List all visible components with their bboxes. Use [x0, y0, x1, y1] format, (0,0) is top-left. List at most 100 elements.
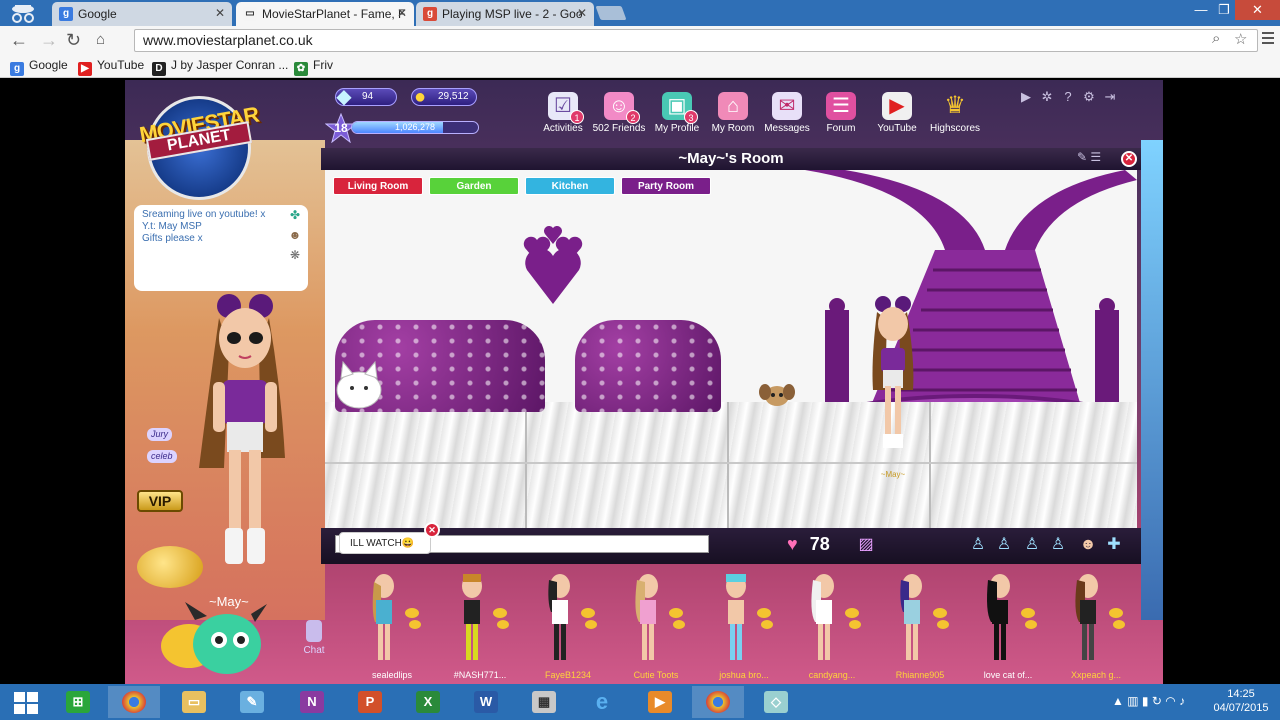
room-avatar-may[interactable]: [865, 290, 919, 470]
player-avatar[interactable]: [189, 288, 299, 580]
room-view[interactable]: Living Room Garden Kitchen Party Room ~M…: [325, 170, 1137, 528]
nav-youtube[interactable]: ▶ YouTube: [869, 90, 925, 134]
taskbar-word[interactable]: W: [460, 686, 512, 718]
emote-icon[interactable]: ☻: [1077, 534, 1099, 556]
menu-icon[interactable]: [1262, 32, 1274, 47]
logout-icon[interactable]: ⇥: [1101, 88, 1119, 106]
taskbar-calculator[interactable]: ▦: [518, 686, 570, 718]
gift-icon[interactable]: [493, 608, 507, 618]
nav-forum[interactable]: ☰ Forum: [813, 90, 869, 134]
pet-icon[interactable]: ❋: [288, 249, 302, 265]
wifi-icon[interactable]: ◠: [1165, 694, 1175, 708]
taskbar-chrome[interactable]: [108, 686, 160, 718]
friend-avatar[interactable]: candyang...: [787, 568, 877, 684]
nav-my-profile[interactable]: ▣ 3 My Profile: [649, 90, 705, 134]
friend-avatar[interactable]: sealedlips: [347, 568, 437, 684]
nav-activities[interactable]: ☑ 1 Activities: [535, 90, 591, 134]
help-icon[interactable]: ?: [1059, 88, 1077, 106]
gift-icon[interactable]: [669, 608, 683, 618]
taskbar-chrome-2[interactable]: [692, 686, 744, 718]
room-close-button[interactable]: ✕: [1121, 151, 1137, 167]
heart-icon[interactable]: ♥: [787, 534, 798, 554]
friend-avatar[interactable]: love cat of...: [963, 568, 1053, 684]
gift-icon[interactable]: [849, 620, 861, 629]
start-button[interactable]: [0, 686, 52, 718]
reload-icon[interactable]: ↻: [66, 30, 81, 50]
face-icon[interactable]: ☻: [288, 229, 302, 245]
gift-icon[interactable]: [757, 608, 771, 618]
friend-avatar[interactable]: Xxpeach g...: [1051, 568, 1141, 684]
pose-stand-icon[interactable]: ♙: [967, 534, 989, 556]
friend-avatar[interactable]: FayeB1234: [523, 568, 613, 684]
gift-icon[interactable]: [1113, 620, 1125, 629]
pose-jump-icon[interactable]: ♙: [1047, 534, 1069, 556]
pose-dance-icon[interactable]: ♙: [1021, 534, 1043, 556]
nav-messages[interactable]: ✉ Messages: [759, 90, 815, 134]
bookmark-google[interactable]: g Google: [10, 58, 68, 76]
taskbar-internet-explorer[interactable]: e: [576, 686, 628, 718]
gift-icon[interactable]: [409, 620, 421, 629]
cat-plush-decoration[interactable]: [333, 360, 385, 410]
edit-icon[interactable]: ✎: [1077, 150, 1087, 164]
bookmark-youtube[interactable]: ▶ YouTube: [78, 58, 144, 76]
nav-highscores[interactable]: ♛ Highscores: [927, 90, 983, 134]
settings-icon[interactable]: ✲: [1038, 88, 1056, 106]
boonie-pet-icon[interactable]: [155, 600, 271, 680]
gift-icon[interactable]: [405, 608, 419, 618]
taskbar-media[interactable]: ▶: [634, 686, 686, 718]
gift-icon[interactable]: [1021, 608, 1035, 618]
gift-icon[interactable]: [845, 608, 859, 618]
piggy-bank-icon[interactable]: [137, 546, 203, 588]
gear-icon[interactable]: ⚙: [1080, 88, 1098, 106]
gift-icon[interactable]: [497, 620, 509, 629]
friend-avatar[interactable]: joshua bro...: [699, 568, 789, 684]
diamonds-counter[interactable]: ◆ 94: [335, 86, 397, 108]
celeb-badge[interactable]: celeb: [147, 450, 177, 463]
taskbar-excel[interactable]: X: [402, 686, 454, 718]
tab-garden[interactable]: Garden: [429, 177, 519, 195]
tab-moviestarplanet[interactable]: ▭ MovieStarPlanet - Fame, F ✕: [236, 2, 414, 26]
close-icon[interactable]: ✕: [397, 6, 407, 20]
gift-icon[interactable]: [1109, 608, 1123, 618]
gift-icon[interactable]: [673, 620, 685, 629]
jury-badge[interactable]: Jury: [147, 428, 173, 441]
cursor-icon[interactable]: ▶: [1017, 88, 1035, 106]
puppy-pet[interactable]: [759, 380, 795, 410]
sofa-small[interactable]: [575, 320, 721, 412]
friend-avatar[interactable]: Cutie Toots: [611, 568, 701, 684]
update-icon[interactable]: ↻: [1152, 694, 1162, 708]
taskbar-explorer[interactable]: ▭: [168, 686, 220, 718]
taskbar-onenote[interactable]: N: [286, 686, 338, 718]
forward-icon[interactable]: →: [40, 30, 58, 50]
close-icon[interactable]: ✕: [215, 6, 225, 20]
moviestarplanet-logo[interactable]: MOVIESTAR PLANET: [127, 90, 271, 200]
window-close-button[interactable]: ✕: [1235, 0, 1280, 20]
tab-living-room[interactable]: Living Room: [333, 177, 423, 195]
gift-icon[interactable]: [581, 608, 595, 618]
nav-my-room[interactable]: ⌂ My Room: [705, 90, 761, 134]
people-icon[interactable]: ☰: [1090, 150, 1101, 164]
vip-badge[interactable]: VIP: [137, 490, 183, 512]
restore-button[interactable]: ❐: [1213, 0, 1235, 20]
pose-wave-icon[interactable]: ♙: [993, 534, 1015, 556]
new-tab-button[interactable]: [595, 6, 627, 20]
chat-button[interactable]: Chat: [295, 620, 333, 656]
taskbar-app[interactable]: ◇: [750, 686, 802, 718]
gamepad-icon[interactable]: ✚: [1103, 534, 1125, 556]
volume-icon[interactable]: ♪: [1179, 694, 1185, 708]
starcoins-counter[interactable]: ● 29,512: [411, 86, 477, 108]
heart-balloon-decoration[interactable]: [517, 226, 589, 306]
minimize-button[interactable]: —: [1190, 0, 1212, 20]
gift-icon[interactable]: [933, 608, 947, 618]
gift-icon[interactable]: [1025, 620, 1037, 629]
tab-party-room[interactable]: Party Room: [621, 177, 711, 195]
close-icon[interactable]: ✕: [577, 6, 587, 20]
gift-icon[interactable]: [761, 620, 773, 629]
back-icon[interactable]: ←: [10, 30, 28, 50]
home-icon[interactable]: ⌂: [96, 30, 105, 50]
search-icon[interactable]: ⌕: [1212, 30, 1220, 47]
address-bar[interactable]: www.moviestarplanet.co.uk: [134, 29, 1258, 52]
system-clock[interactable]: 14:25 04/07/2015: [1210, 687, 1272, 715]
friend-avatar[interactable]: Rhianne905: [875, 568, 965, 684]
pose-icon[interactable]: ✤: [288, 209, 302, 225]
